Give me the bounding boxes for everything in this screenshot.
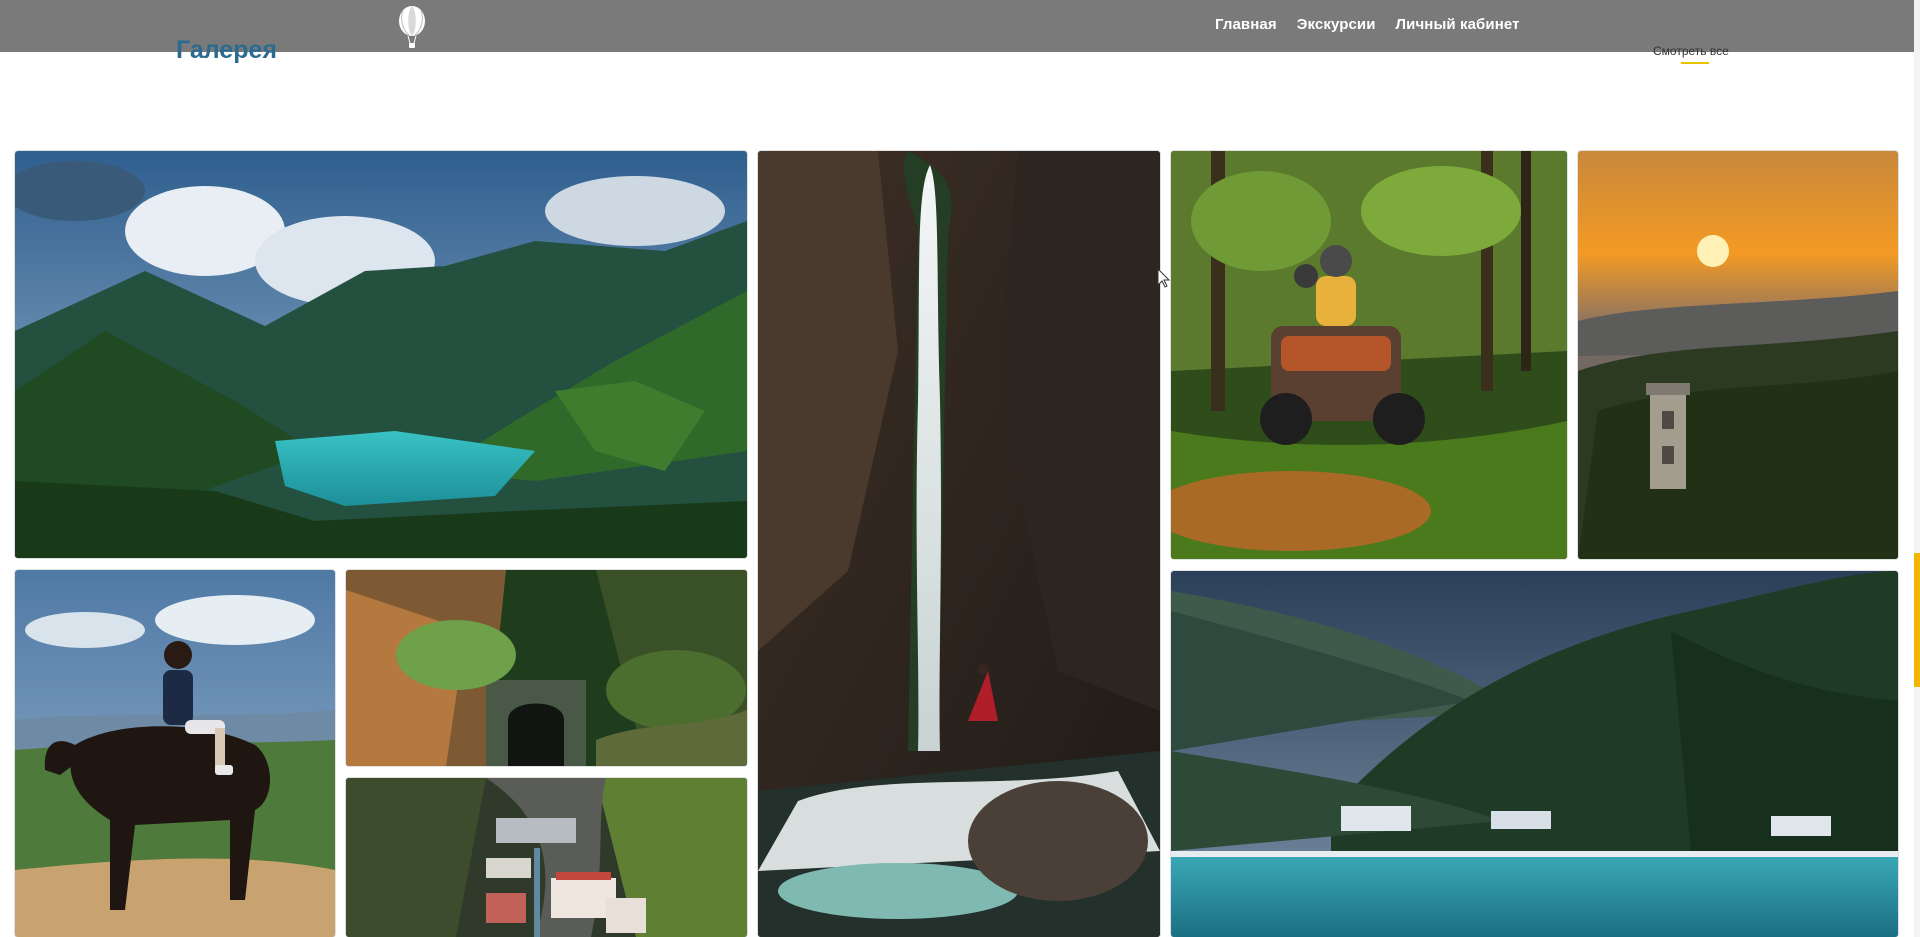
gallery-image-atv-in-forest[interactable] bbox=[1171, 151, 1567, 559]
gallery-image-mountain-lake[interactable] bbox=[15, 151, 747, 558]
main-nav: Главная Экскурсии Личный кабинет bbox=[1215, 16, 1520, 33]
gallery-image-mountain-town[interactable] bbox=[346, 778, 747, 937]
nav-link-excursions[interactable]: Экскурсии bbox=[1297, 16, 1376, 33]
gallery-image-horse-rider[interactable] bbox=[15, 570, 335, 937]
mouse-cursor-icon bbox=[1157, 267, 1171, 288]
page: Главная Экскурсии Личный кабинет Галерея… bbox=[0, 0, 1920, 937]
scrollbar-thumb[interactable] bbox=[1914, 553, 1920, 687]
nav-link-account[interactable]: Личный кабинет bbox=[1396, 16, 1520, 33]
gallery-image-waterfall-canyon[interactable] bbox=[758, 151, 1160, 937]
gallery-image-moss-stone-tunnel[interactable] bbox=[346, 570, 747, 766]
gallery-image-sea-shore-mountains[interactable] bbox=[1171, 571, 1898, 937]
nav-link-home[interactable]: Главная bbox=[1215, 16, 1277, 33]
hot-air-balloon-icon[interactable] bbox=[395, 4, 429, 50]
view-all-underline bbox=[1681, 62, 1709, 64]
header-bar: Главная Экскурсии Личный кабинет bbox=[0, 0, 1914, 52]
scrollbar[interactable] bbox=[1914, 0, 1920, 937]
gallery-title: Галерея bbox=[176, 36, 277, 64]
gallery-image-sunset-tower[interactable] bbox=[1578, 151, 1898, 559]
view-all-link[interactable]: Смотреть все bbox=[1653, 44, 1729, 58]
